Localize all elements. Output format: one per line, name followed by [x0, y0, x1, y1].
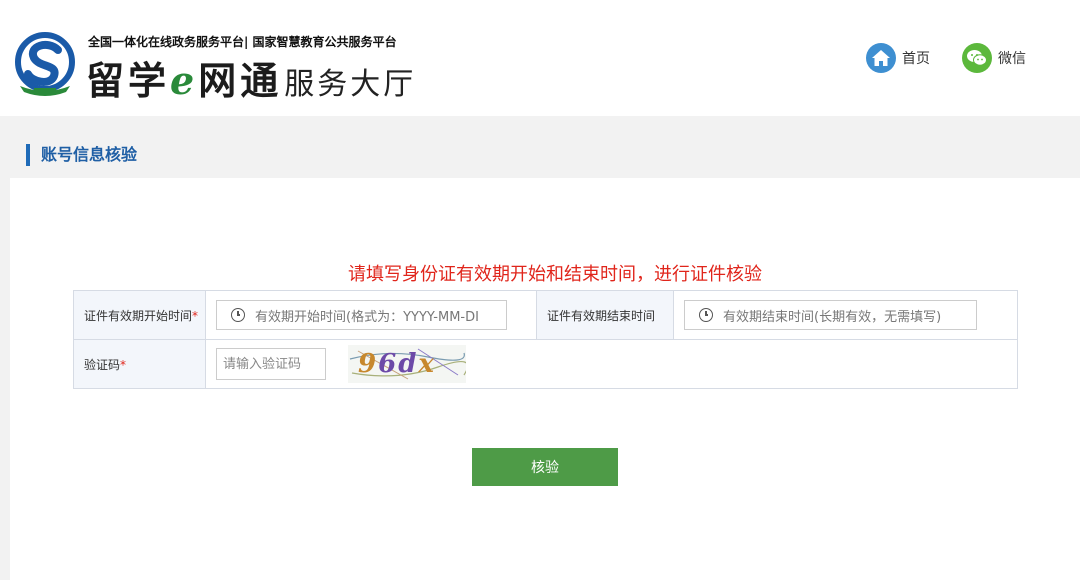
form-row-captcha: 验证码* 96dx	[73, 339, 1018, 389]
start-date-cell: 有效期开始时间(格式为：YYYY-MM-DI	[205, 290, 537, 340]
brand-main-part2: 网通	[198, 58, 283, 103]
end-date-input[interactable]: 有效期结束时间(长期有效，无需填写)	[684, 300, 977, 330]
nav-home-label: 首页	[902, 51, 930, 67]
brand-sub: 服务大厅	[284, 67, 417, 102]
captcha-row: 96dx	[206, 345, 1017, 383]
required-mark: *	[192, 308, 199, 323]
verification-panel: 请填写身份证有效期开始和结束时间，进行证件核验 证件有效期开始时间* 有效期开始…	[10, 178, 1080, 580]
captcha-char: 9	[358, 349, 379, 379]
captcha-cell: 96dx	[205, 339, 1018, 389]
wechat-icon	[962, 43, 992, 73]
nav-wechat-label: 微信	[998, 51, 1026, 67]
site-logo[interactable]	[14, 30, 76, 98]
form-row-dates: 证件有效期开始时间* 有效期开始时间(格式为：YYYY-MM-DI 证件有效期结…	[73, 290, 1018, 340]
nav-home-link[interactable]: 首页	[866, 43, 930, 73]
start-date-label-text: 证件有效期开始时间	[84, 308, 193, 323]
verify-button[interactable]: 核验	[472, 448, 618, 486]
captcha-text: 96dx	[358, 349, 436, 379]
verification-form: 证件有效期开始时间* 有效期开始时间(格式为：YYYY-MM-DI 证件有效期结…	[73, 290, 1018, 389]
captcha-char: x	[418, 349, 436, 379]
end-date-placeholder: 有效期结束时间(长期有效，无需填写)	[723, 309, 942, 325]
brand-main-part1: 留学	[86, 58, 171, 103]
nav-wechat-link[interactable]: 微信	[962, 43, 1026, 73]
brand-title: 留学e网通服务大厅	[86, 50, 416, 105]
home-icon	[866, 43, 896, 73]
section-title: 账号信息核验	[26, 144, 137, 166]
captcha-char: 6	[378, 349, 399, 379]
start-date-placeholder: 有效期开始时间(格式为：YYYY-MM-DI	[255, 309, 479, 325]
clock-icon	[231, 308, 245, 322]
captcha-char: d	[398, 349, 419, 379]
captcha-input[interactable]	[216, 348, 326, 380]
captcha-label: 验证码*	[73, 339, 206, 389]
end-date-label: 证件有效期结束时间	[536, 290, 674, 340]
required-mark: *	[120, 357, 127, 372]
platform-slogan: 全国一体化在线政务服务平台| 国家智慧教育公共服务平台	[88, 35, 397, 49]
clock-icon	[699, 308, 713, 322]
section-bar: 账号信息核验	[0, 116, 1080, 178]
captcha-image[interactable]: 96dx	[348, 345, 466, 383]
brand-main-e: e	[170, 58, 199, 103]
brand-main: 留学e网通	[86, 58, 282, 103]
site-header: 全国一体化在线政务服务平台| 国家智慧教育公共服务平台 留学e网通服务大厅 首页…	[0, 0, 1080, 116]
start-date-label: 证件有效期开始时间*	[73, 290, 206, 340]
start-date-input[interactable]: 有效期开始时间(格式为：YYYY-MM-DI	[216, 300, 507, 330]
notice-text: 请填写身份证有效期开始和结束时间，进行证件核验	[348, 264, 762, 285]
end-date-cell: 有效期结束时间(长期有效，无需填写)	[673, 290, 1018, 340]
captcha-label-text: 验证码	[84, 357, 121, 372]
